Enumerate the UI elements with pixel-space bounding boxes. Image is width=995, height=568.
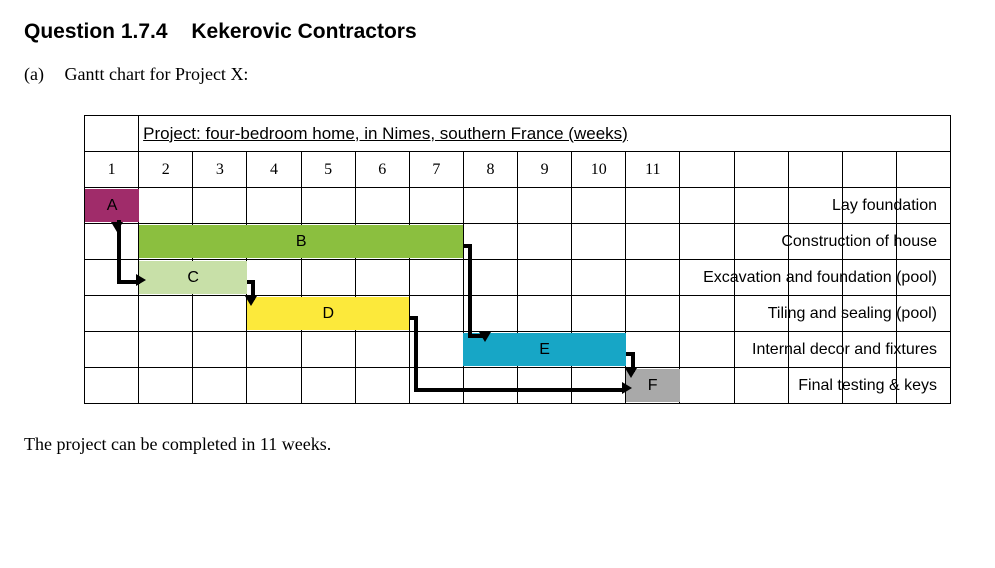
week-header: 8 [463, 152, 517, 188]
week-header: 7 [409, 152, 463, 188]
question-title: Kekerovic Contractors [191, 20, 416, 43]
part-label: (a) [24, 64, 60, 85]
week-header: 2 [139, 152, 193, 188]
chart-title: Project: four-bedroom home, in Nimes, so… [139, 116, 951, 152]
week-header: 1 [85, 152, 139, 188]
gantt-bar-B: B [139, 225, 463, 258]
part-line: (a) Gantt chart for Project X: [24, 64, 971, 85]
week-header [896, 152, 950, 188]
task-label: Final testing & keys [798, 377, 945, 395]
week-header [680, 152, 734, 188]
gantt-bar-A: A [85, 189, 139, 222]
conclusion-text: The project can be completed in 11 weeks… [24, 434, 971, 455]
week-header: 5 [301, 152, 355, 188]
question-number: Question 1.7.4 [24, 20, 168, 43]
week-header: 9 [518, 152, 572, 188]
task-label: Internal decor and fixtures [752, 341, 945, 359]
gantt-bar-C: C [139, 261, 247, 294]
task-label: Lay foundation [832, 197, 945, 215]
week-header: 6 [355, 152, 409, 188]
gantt-grid: Project: four-bedroom home, in Nimes, so… [84, 115, 951, 404]
week-header [842, 152, 896, 188]
gantt-bar-D: D [247, 297, 409, 330]
task-label: Excavation and foundation (pool) [703, 269, 945, 287]
question-heading: Question 1.7.4 Kekerovic Contractors [24, 20, 971, 44]
part-text: Gantt chart for Project X: [65, 64, 249, 84]
week-header: 11 [626, 152, 680, 188]
week-header [788, 152, 842, 188]
week-header: 4 [247, 152, 301, 188]
week-header [734, 152, 788, 188]
week-header: 10 [572, 152, 626, 188]
week-header: 3 [193, 152, 247, 188]
gantt-chart: Project: four-bedroom home, in Nimes, so… [84, 115, 951, 404]
task-label: Construction of house [781, 233, 945, 251]
task-label: Tiling and sealing (pool) [768, 305, 945, 323]
